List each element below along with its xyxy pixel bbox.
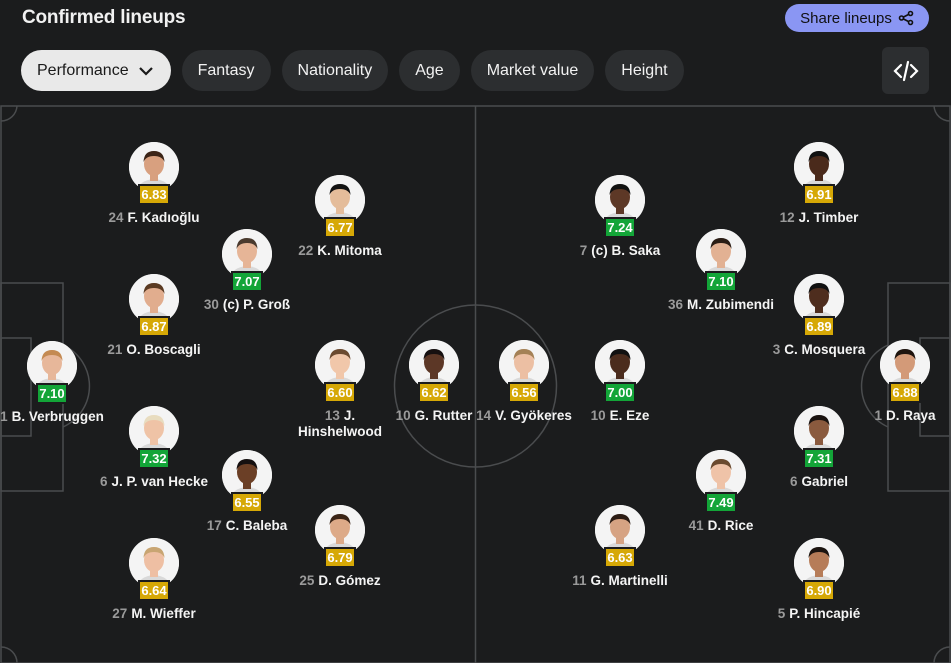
tab-label: Performance [37,61,129,79]
player-rating-badge: 6.55 [231,492,263,513]
player-rating-badge: 6.83 [138,184,170,205]
player-rating-badge: 7.10 [705,271,737,292]
player-rating-badge: 7.24 [604,217,636,238]
player-rating-badge: 7.32 [138,448,170,469]
player-name: 11 G. Martinelli [572,573,668,588]
share-label: Share lineups [800,9,892,27]
tab-age[interactable]: Age [399,50,460,91]
share-icon [898,10,914,26]
tab-nationality[interactable]: Nationality [281,50,389,91]
player-rating-badge: 6.91 [803,184,835,205]
football-pitch: 7.10 1 B. Verbruggen 6.83 24 F. Kadıoğlu 6… [0,105,951,663]
player-name: 12 J. Timber [779,210,859,225]
player-name: 21 O. Boscagli [107,342,201,357]
player-rating-badge: 6.87 [138,316,170,337]
player-rating-badge: 6.56 [508,382,540,403]
player-name: 22 K. Mitoma [298,243,382,258]
player-name: 30 (c) P. Groß [203,297,291,312]
player-rating-badge: 6.60 [324,382,356,403]
player-rating-badge: 7.31 [803,448,835,469]
player-rating-badge: 7.49 [705,492,737,513]
player-home-25[interactable]: 6.79 25 D. Gómez [285,505,395,589]
player-home-22[interactable]: 6.77 22 K. Mitoma [285,175,395,259]
player-name: 7 (c) B. Saka [579,243,661,258]
player-rating-badge: 7.07 [231,271,263,292]
tab-fantasy[interactable]: Fantasy [181,50,271,91]
share-lineups-button[interactable]: Share lineups [785,4,929,32]
player-name: 6 Gabriel [789,474,849,489]
player-home-1[interactable]: 7.10 1 B. Verbruggen [0,341,107,425]
player-name: 41 D. Rice [688,518,754,533]
player-rating-badge: 7.10 [36,383,68,404]
player-name: 5 P. Hincapié [777,606,861,621]
player-away-14[interactable]: 6.56 14 V. Gyökeres [469,340,579,424]
player-away-7[interactable]: 7.24 7 (c) B. Saka [565,175,675,259]
player-away-1[interactable]: 6.88 1 D. Raya [850,340,951,424]
player-away-12[interactable]: 6.91 12 J. Timber [764,142,874,226]
player-away-5[interactable]: 6.90 5 P. Hincapié [764,538,874,622]
player-rating-badge: 6.88 [889,382,921,403]
player-name: 14 V. Gyökeres [476,408,572,423]
player-away-41[interactable]: 7.49 41 D. Rice [666,450,776,534]
player-rating-badge: 6.77 [324,217,356,238]
player-away-36[interactable]: 7.10 36 M. Zubimendi [666,229,776,313]
player-rating-badge: 6.63 [604,547,636,568]
code-icon [892,60,919,81]
player-name: 24 F. Kadıoğlu [108,210,200,225]
chevron-down-icon [138,66,153,76]
player-rating-badge: 6.64 [138,580,170,601]
player-rating-badge: 6.89 [803,316,835,337]
embed-code-button[interactable] [882,47,929,94]
player-rating-badge: 6.79 [324,547,356,568]
player-rating-badge: 6.90 [803,580,835,601]
tab-performance[interactable]: Performance [21,50,171,91]
player-home-24[interactable]: 6.83 24 F. Kadıoğlu [99,142,209,226]
page-title: Confirmed lineups [22,7,186,28]
player-name: 36 M. Zubimendi [667,297,775,312]
player-away-10[interactable]: 7.00 10 E. Eze [565,340,675,424]
player-home-27[interactable]: 6.64 27 M. Wieffer [99,538,209,622]
view-tabs: Performance Fantasy Nationality Age Mark… [21,50,684,91]
player-name: 1 D. Raya [874,408,936,423]
player-name: 10 E. Eze [590,408,650,423]
tab-market-value[interactable]: Market value [470,50,595,91]
player-rating-badge: 7.00 [604,382,636,403]
player-name: 1 B. Verbruggen [0,409,104,424]
player-name: 27 M. Wieffer [112,606,196,621]
player-name: 25 D. Gómez [299,573,381,588]
player-rating-badge: 6.62 [418,382,450,403]
player-away-11[interactable]: 6.63 11 G. Martinelli [565,505,675,589]
tab-height[interactable]: Height [605,50,684,91]
